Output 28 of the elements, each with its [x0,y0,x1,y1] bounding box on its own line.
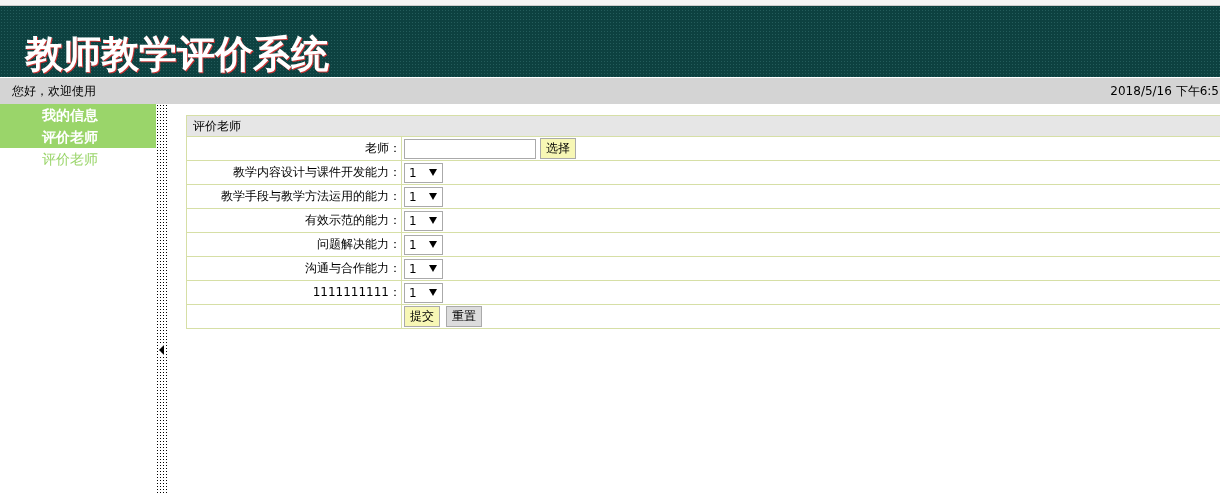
site-title: 教师教学评价系统 [25,31,329,77]
form-title: 评价老师 [186,115,1220,137]
submit-button[interactable]: 提交 [404,306,440,327]
field-label: 教学手段与教学方法运用的能力： [221,189,401,203]
caret-icon [429,217,437,224]
caret-icon [429,241,437,248]
field-label: 有效示范的能力： [305,213,401,227]
collapse-arrow-icon[interactable] [159,344,165,355]
field-label: 1111111111： [312,285,401,299]
datetime-text: 2018/5/16 下午6:5 [1110,82,1219,100]
teacher-input[interactable] [404,138,536,159]
field-label: 老师： [365,141,401,155]
rating-select[interactable]: 1 [404,258,443,279]
rating-select[interactable]: 1 [404,210,443,231]
rating-select[interactable]: 1 [404,186,443,207]
caret-icon [429,193,437,200]
caret-icon [429,289,437,296]
caret-icon [429,265,437,272]
rating-select[interactable]: 1 [404,162,443,183]
field-label: 问题解决能力： [317,237,401,251]
rating-select[interactable]: 1 [404,282,443,303]
greeting-text: 您好，欢迎使用 [12,82,96,100]
choose-button[interactable]: 选择 [540,138,576,159]
reset-button[interactable]: 重置 [446,306,482,327]
field-label: 教学内容设计与课件开发能力： [233,165,401,179]
caret-icon [429,169,437,176]
field-label: 沟通与合作能力： [305,261,401,275]
rating-select[interactable]: 1 [404,234,443,255]
